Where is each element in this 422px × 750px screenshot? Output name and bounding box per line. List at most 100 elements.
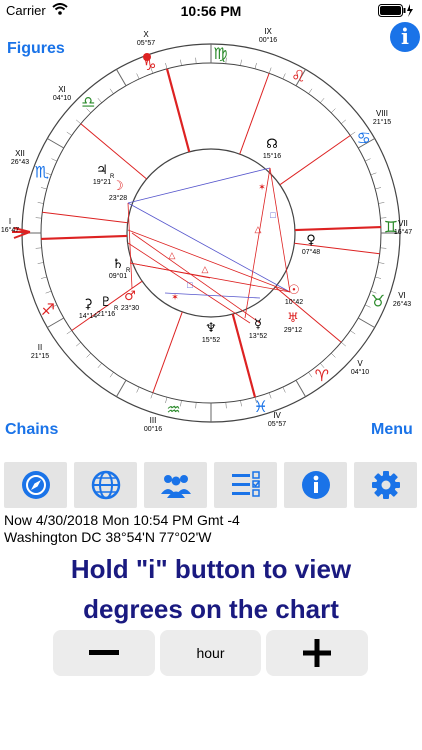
aspect-symbol: □ [187,280,193,290]
hour-label: hour [196,645,225,661]
aspect-symbol: ✶ [258,182,266,192]
settings-button[interactable] [354,462,417,508]
status-bar: Carrier 10:56 PM [0,0,422,22]
people-button[interactable] [144,462,207,508]
aspect-line [164,292,261,299]
svg-text:☿: ☿ [254,317,262,332]
house-cusp [80,123,147,180]
svg-text:00°16: 00°16 [144,425,162,433]
svg-text:♅: ♅ [287,311,299,326]
svg-text:00°16: 00°16 [259,36,277,44]
svg-text:26°43: 26°43 [393,300,411,308]
svg-text:XI: XI [58,85,66,94]
house-cusp [294,225,381,232]
svg-text:07°48: 07°48 [302,248,320,256]
house-label: IX00°16 [259,28,277,44]
svg-text:19°21: 19°21 [93,178,111,186]
house-label: V04°10 [351,359,369,376]
house-labels: I16°47II21°15III00°16IV05°57V04°10VI26°4… [1,28,412,433]
aquarius-sign-icon: ♒ [166,400,180,419]
aspect-symbol: □ [270,210,276,220]
svg-text:II: II [38,343,42,352]
battery-icon [378,4,414,22]
minus-button[interactable] [53,630,155,676]
pisces-sign-icon: ♓ [253,397,267,416]
plus-button[interactable] [266,630,368,676]
info-button[interactable] [284,462,347,508]
compass-button[interactable] [4,462,67,508]
svg-text:26°43: 26°43 [11,158,29,166]
aspect-lines: △ △ △ ✶ ✶ □ □ [127,167,291,324]
svg-text:I: I [9,217,11,226]
svg-text:15°52: 15°52 [202,336,220,344]
svg-text:13°52: 13°52 [249,332,267,340]
minus-icon [89,650,119,655]
svg-text:VI: VI [398,291,406,300]
hint-line-2: degrees on the chart [83,594,339,624]
svg-text:04°10: 04°10 [53,94,71,102]
svg-text:IV: IV [273,411,281,420]
svg-text:XII: XII [15,149,25,158]
people-icon [160,475,191,498]
svg-text:04°10: 04°10 [351,368,369,376]
svg-text:21°15: 21°15 [31,352,49,360]
pluto-icon: ♇ R21°16 [97,295,119,318]
hint-line-1: Hold "i" button to view [70,554,352,584]
neptune-icon: ♆15°52 [202,321,220,344]
aspect-line [127,167,271,204]
taurus-sign-icon: ♉ [371,291,385,310]
svg-text:III: III [150,416,157,425]
mars-icon: ♂23°30 [121,289,139,312]
current-datetime: Now 4/30/2018 Mon 10:54 PM Gmt -4 [4,512,240,528]
ceres-icon: ⚳14°14 [79,297,97,320]
libra-sign-icon: ♎ [81,92,95,111]
svg-text:V: V [357,359,363,368]
leo-sign-icon: ♌ [291,67,305,86]
house-label: XII26°43 [11,149,29,166]
svg-text:IX: IX [264,28,272,36]
svg-text:29°12: 29°12 [284,326,302,334]
house-label: III00°16 [144,416,162,433]
svg-text:☊: ☊ [266,137,278,152]
svg-text:♃: ♃ [96,163,108,178]
svg-text:15°16: 15°16 [263,152,281,160]
checklist-button[interactable] [214,462,277,508]
house-cusp [239,73,270,155]
house-label: XI04°10 [53,85,71,102]
globe-button[interactable] [74,462,137,508]
house-cusp [279,135,351,186]
svg-text:16°47: 16°47 [394,228,412,236]
house-cusp [231,313,257,398]
house-cusp [152,311,183,393]
chart-wheel[interactable]: ♑♒ ♓♈♉♊♋♌♍♎♏♐ I16°47II21°15III00°16IV05°5… [0,28,422,440]
aspect-line [129,262,211,279]
sagittarius-sign-icon: ♐ [41,300,55,319]
aspect-line [131,232,261,324]
moon-icon: ☽23°28 [109,179,127,202]
zodiac-ring: ♑♒ ♓♈♉♊♋♌♍♎♏♐ [21,43,401,423]
aspect-symbol: ✶ [171,292,179,302]
svg-text:☉: ☉ [288,283,300,298]
hour-button[interactable]: hour [160,630,261,676]
house-cusps [12,68,381,398]
house-label: VIII21°15 [373,109,391,126]
scorpio-sign-icon: ♏ [35,162,49,181]
svg-text:♄: ♄ [112,257,124,272]
uranus-icon: ♅29°12 [284,311,302,334]
svg-text:⚳: ⚳ [83,297,93,312]
aspect-line [127,229,291,293]
saturn-icon: ♄ R09°01 [109,257,131,280]
clock: 10:56 PM [180,3,242,19]
svg-text:☽: ☽ [112,179,124,194]
house-label: X05°57 [137,30,155,47]
svg-text:09°01: 09°01 [109,272,127,280]
svg-text:23°28: 23°28 [109,194,127,202]
mc-marker [143,53,151,61]
svg-text:21°15: 21°15 [373,118,391,126]
aspect-symbol: △ [255,224,262,234]
plus-icon [303,639,331,667]
house-cusp [41,234,128,241]
compass-icon [21,471,50,499]
svg-text:05°57: 05°57 [268,420,286,428]
aspect-line [269,167,291,293]
